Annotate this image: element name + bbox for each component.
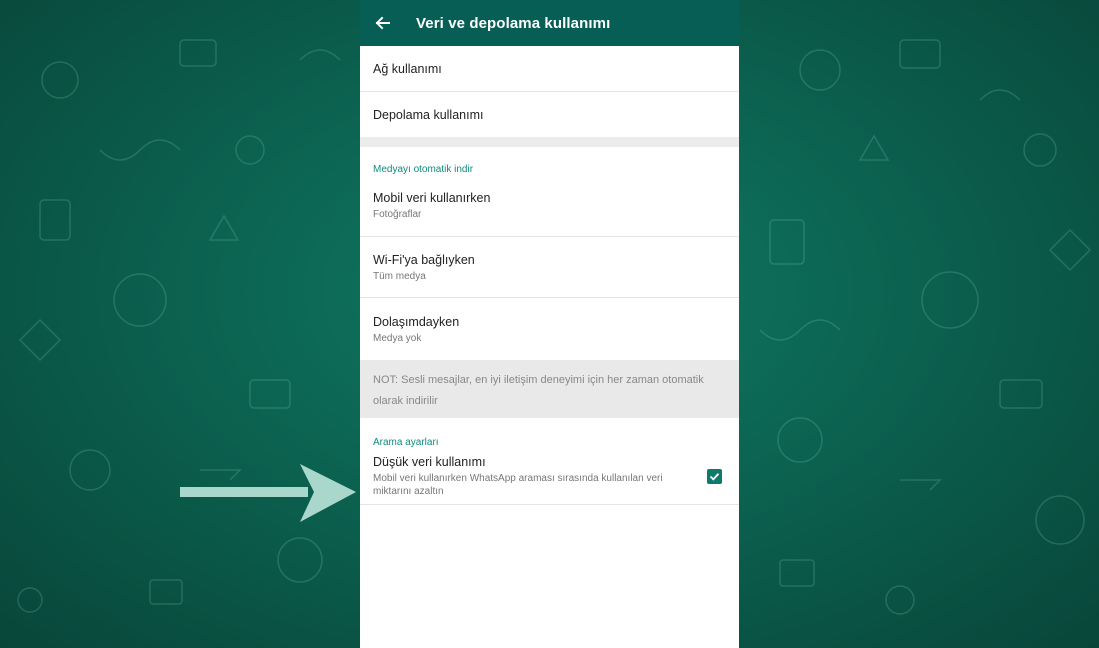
back-button[interactable] (360, 0, 404, 46)
low-data-usage-checkbox[interactable] (707, 468, 722, 484)
roaming-row[interactable]: Dolaşımdayken Medya yok (360, 298, 739, 360)
wifi-label: Wi-Fi'ya bağlıyken (373, 252, 475, 267)
roaming-value: Medya yok (373, 332, 422, 344)
low-data-usage-text: Düşük veri kullanımı Mobil veri kullanır… (373, 455, 683, 498)
network-usage-label: Ağ kullanımı (373, 61, 442, 76)
arrow-right-icon (180, 464, 356, 522)
auto-download-header: Medyayı otomatik indir (373, 164, 474, 175)
wifi-value: Tüm medya (373, 270, 426, 282)
page-title: Veri ve depolama kullanımı (416, 14, 611, 32)
low-data-usage-row[interactable]: Düşük veri kullanımı Mobil veri kullanır… (360, 448, 739, 505)
network-usage-row[interactable]: Ağ kullanımı (360, 46, 739, 92)
low-data-usage-description: Mobil veri kullanırken WhatsApp araması … (373, 472, 663, 497)
arrow-left-icon (375, 16, 390, 30)
mobile-data-value: Fotoğraflar (373, 209, 422, 220)
app-bar: Veri ve depolama kullanımı (360, 0, 739, 46)
mobile-data-row[interactable]: Mobil veri kullanırken Fotoğraflar (360, 175, 739, 237)
storage-usage-row[interactable]: Depolama kullanımı (360, 92, 739, 137)
phone-screen: Veri ve depolama kullanımı Ağ kullanımı … (360, 0, 739, 648)
mobile-data-label: Mobil veri kullanırken (373, 191, 491, 205)
call-settings-header: Arama ayarları (373, 437, 439, 448)
section-divider (360, 137, 739, 147)
roaming-label: Dolaşımdayken (373, 314, 460, 329)
low-data-usage-label: Düşük veri kullanımı (373, 454, 486, 469)
voice-message-note: NOT: Sesli mesajlar, en iyi iletişim den… (360, 360, 739, 418)
storage-usage-label: Depolama kullanımı (373, 107, 484, 122)
wifi-row[interactable]: Wi-Fi'ya bağlıyken Tüm medya (360, 237, 739, 298)
checkmark-icon (709, 472, 720, 481)
